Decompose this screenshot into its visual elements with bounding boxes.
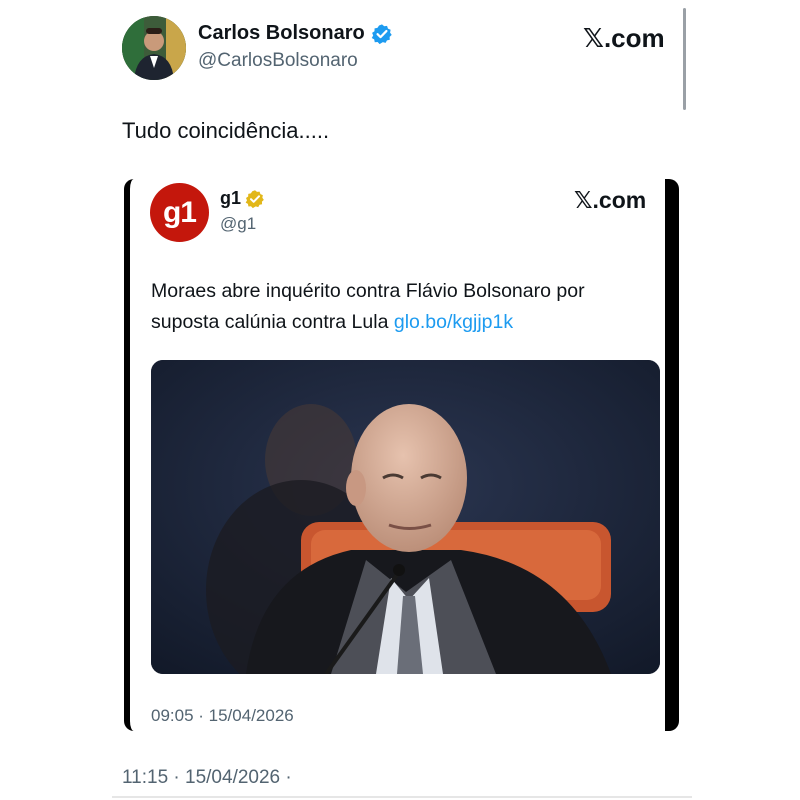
quoted-text-body: Moraes abre inquérito contra Flávio Bols… — [151, 280, 585, 333]
avatar-photo — [122, 16, 186, 80]
quoted-author-name-text: g1 — [220, 188, 242, 208]
x-com-suffix: .com — [603, 23, 665, 53]
quoted-tweet-text: Moraes abre inquérito contra Flávio Bols… — [151, 276, 656, 338]
author-name-text: Carlos Bolsonaro — [198, 22, 365, 44]
quoted-author-name[interactable]: g1 — [220, 188, 265, 209]
gold-verified-badge-icon — [245, 189, 264, 208]
g1-logo-text: g1 — [162, 195, 197, 229]
quoted-author-handle[interactable]: @g1 — [220, 214, 256, 234]
author-handle[interactable]: @CarlosBolsonaro — [198, 50, 358, 72]
photo-image — [151, 360, 660, 674]
scrollbar[interactable] — [683, 8, 686, 110]
x-logo-icon: 𝕏 — [583, 24, 604, 54]
news-photo[interactable] — [151, 360, 660, 674]
quoted-timestamp[interactable]: 09:05 · 15/04/2026 — [151, 706, 294, 726]
verified-badge-icon — [371, 23, 392, 44]
x-com-logo: 𝕏 .com — [583, 23, 665, 54]
quoted-x-com-logo: 𝕏 .com — [574, 187, 646, 214]
author-name[interactable]: Carlos Bolsonaro — [198, 22, 393, 45]
g1-logo[interactable]: g1 — [150, 183, 209, 242]
tweet-text: Tudo coincidência..... — [122, 118, 330, 143]
tweet-timestamp[interactable]: 11:15 · 15/04/2026 · — [122, 767, 292, 789]
screenshot-page: Carlos Bolsonaro @CarlosBolsonaro 𝕏 .com … — [0, 0, 800, 800]
quoted-x-logo-icon: 𝕏 — [574, 188, 593, 214]
author-avatar[interactable] — [122, 16, 186, 80]
quoted-x-com-suffix: .com — [592, 187, 647, 213]
divider — [112, 796, 692, 798]
quoted-link[interactable]: glo.bo/kgjjp1k — [394, 311, 513, 333]
